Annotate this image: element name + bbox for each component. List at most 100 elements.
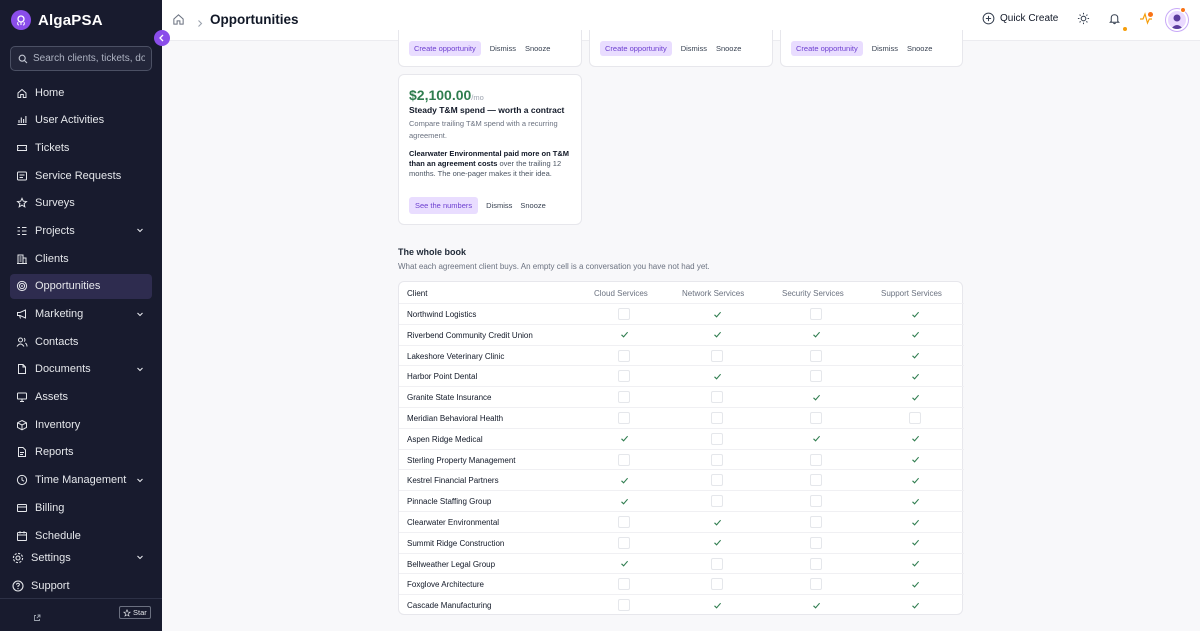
sidebar-item-contacts[interactable]: Contacts xyxy=(10,329,152,354)
github-star-button[interactable]: Star xyxy=(119,606,151,619)
empty-cell[interactable] xyxy=(618,578,630,591)
check-icon[interactable] xyxy=(810,433,822,445)
check-icon[interactable] xyxy=(909,391,921,403)
sidebar-item-settings[interactable]: Settings xyxy=(10,545,152,573)
check-icon[interactable] xyxy=(618,495,630,507)
notifications-bell-icon[interactable] xyxy=(1108,12,1121,30)
check-icon[interactable] xyxy=(909,599,921,611)
sidebar-item-user-activities[interactable]: User Activities xyxy=(10,108,152,133)
empty-cell[interactable] xyxy=(909,412,921,424)
check-icon[interactable] xyxy=(909,558,921,570)
empty-cell[interactable] xyxy=(618,536,630,549)
sidebar-item-reports[interactable]: Reports xyxy=(10,440,152,465)
sidebar-item-tickets[interactable]: Tickets xyxy=(10,135,152,160)
sidebar-item-surveys[interactable]: Surveys xyxy=(10,191,152,216)
empty-cell[interactable] xyxy=(618,391,630,404)
global-search[interactable] xyxy=(10,46,152,71)
empty-cell[interactable] xyxy=(711,391,723,404)
empty-cell[interactable] xyxy=(810,516,822,528)
check-icon[interactable] xyxy=(810,391,822,403)
dismiss-button[interactable]: Dismiss xyxy=(681,44,707,53)
empty-cell[interactable] xyxy=(711,557,723,570)
empty-cell[interactable] xyxy=(810,370,822,383)
sidebar-item-clients[interactable]: Clients xyxy=(10,246,152,271)
empty-cell[interactable] xyxy=(618,599,630,612)
check-icon[interactable] xyxy=(618,329,630,341)
check-icon[interactable] xyxy=(909,454,921,466)
check-icon[interactable] xyxy=(618,474,630,486)
sidebar-item-inventory[interactable]: Inventory xyxy=(10,412,152,437)
sidebar-item-marketing[interactable]: Marketing xyxy=(10,302,152,327)
check-icon[interactable] xyxy=(909,329,921,341)
quick-create-button[interactable]: Quick Create xyxy=(982,12,1058,25)
sidebar-item-projects[interactable]: Projects xyxy=(10,218,152,243)
snooze-button[interactable]: Snooze xyxy=(716,44,741,53)
sidebar-item-billing[interactable]: Billing xyxy=(10,495,152,520)
empty-cell[interactable] xyxy=(618,308,630,320)
dismiss-button[interactable]: Dismiss xyxy=(490,44,516,53)
sidebar-item-service-requests[interactable]: Service Requests xyxy=(10,163,152,188)
empty-cell[interactable] xyxy=(810,349,822,362)
empty-cell[interactable] xyxy=(618,349,630,362)
check-icon[interactable] xyxy=(909,516,921,528)
empty-cell[interactable] xyxy=(810,474,822,487)
check-icon[interactable] xyxy=(909,308,921,320)
sidebar-item-support[interactable]: Support xyxy=(10,573,152,601)
sidebar-item-opportunities[interactable]: Opportunities xyxy=(10,273,152,299)
breadcrumb-home-icon[interactable] xyxy=(172,13,185,31)
check-icon[interactable] xyxy=(909,474,921,486)
create-opportunity-button[interactable]: Create opportunity xyxy=(409,41,481,56)
empty-cell[interactable] xyxy=(711,474,723,487)
empty-cell[interactable] xyxy=(618,370,630,383)
check-icon[interactable] xyxy=(909,578,921,590)
empty-cell[interactable] xyxy=(618,516,630,528)
empty-cell[interactable] xyxy=(810,557,822,570)
check-icon[interactable] xyxy=(909,495,921,507)
check-icon[interactable] xyxy=(618,433,630,445)
dismiss-button[interactable]: Dismiss xyxy=(872,44,898,53)
sidebar-item-documents[interactable]: Documents xyxy=(10,357,152,382)
empty-cell[interactable] xyxy=(810,453,822,466)
create-opportunity-button[interactable]: Create opportunity xyxy=(600,41,672,56)
check-icon[interactable] xyxy=(810,329,822,341)
empty-cell[interactable] xyxy=(810,495,822,508)
check-icon[interactable] xyxy=(711,537,723,549)
sidebar-item-assets[interactable]: Assets xyxy=(10,385,152,410)
theme-toggle-sun-icon[interactable] xyxy=(1077,12,1090,30)
empty-cell[interactable] xyxy=(711,495,723,508)
search-input[interactable] xyxy=(33,53,145,64)
empty-cell[interactable] xyxy=(618,453,630,466)
sidebar-item-time-management[interactable]: Time Management xyxy=(10,468,152,493)
empty-cell[interactable] xyxy=(810,536,822,549)
check-icon[interactable] xyxy=(909,350,921,362)
empty-cell[interactable] xyxy=(711,453,723,466)
empty-cell[interactable] xyxy=(711,432,723,445)
snooze-button[interactable]: Snooze xyxy=(525,44,550,53)
check-icon[interactable] xyxy=(909,537,921,549)
snooze-button[interactable]: Snooze xyxy=(907,44,932,53)
check-icon[interactable] xyxy=(711,308,723,320)
check-icon[interactable] xyxy=(909,370,921,382)
empty-cell[interactable] xyxy=(810,412,822,424)
sidebar-item-home[interactable]: Home xyxy=(10,80,152,105)
check-icon[interactable] xyxy=(711,516,723,528)
dismiss-button[interactable]: Dismiss xyxy=(486,201,512,210)
create-opportunity-button[interactable]: Create opportunity xyxy=(791,41,863,56)
brand[interactable]: AlgaPSA xyxy=(11,10,103,30)
collapse-sidebar-button[interactable] xyxy=(154,30,170,46)
empty-cell[interactable] xyxy=(618,412,630,424)
empty-cell[interactable] xyxy=(810,308,822,320)
empty-cell[interactable] xyxy=(810,578,822,591)
empty-cell[interactable] xyxy=(711,349,723,362)
empty-cell[interactable] xyxy=(711,578,723,591)
empty-cell[interactable] xyxy=(711,412,723,424)
check-icon[interactable] xyxy=(711,370,723,382)
snooze-button[interactable]: Snooze xyxy=(520,201,545,210)
check-icon[interactable] xyxy=(711,329,723,341)
check-icon[interactable] xyxy=(909,433,921,445)
external-link-icon[interactable] xyxy=(33,609,41,627)
check-icon[interactable] xyxy=(618,558,630,570)
check-icon[interactable] xyxy=(711,599,723,611)
see-numbers-button[interactable]: See the numbers xyxy=(409,197,479,214)
check-icon[interactable] xyxy=(810,599,822,611)
